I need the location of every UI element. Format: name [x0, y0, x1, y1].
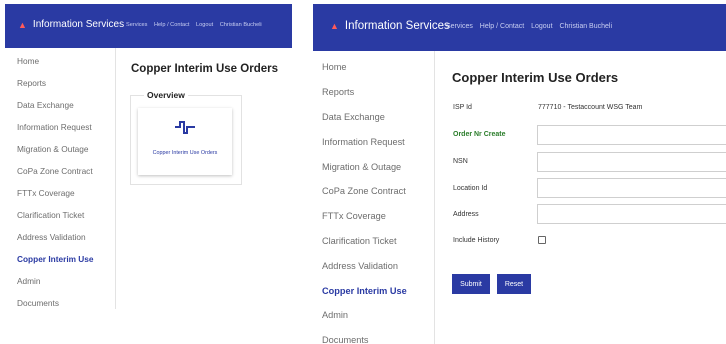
sidebar-item-home[interactable]: Home: [322, 62, 347, 72]
isp-id-label: ISP Id: [453, 104, 472, 111]
include-history-checkbox[interactable]: [538, 236, 546, 244]
sidebar-item-reports[interactable]: Reports: [322, 87, 354, 97]
page-title: Copper Interim Use Orders: [452, 70, 619, 85]
signal-pulse-icon: [175, 121, 195, 134]
brand[interactable]: ▲ Information Services: [18, 19, 124, 30]
sidebar-item-documents[interactable]: Documents: [322, 335, 368, 344]
include-history-label: Include History: [453, 237, 500, 244]
sidebar: Home Reports Data Exchange Information R…: [5, 48, 116, 309]
sidebar-item-clarification-ticket[interactable]: Clarification Ticket: [322, 236, 397, 246]
brand-title: Information Services: [32, 19, 125, 30]
brand-title: Information Services: [344, 20, 450, 32]
page-title: Copper Interim Use Orders: [131, 63, 278, 75]
sidebar-item-admin[interactable]: Admin: [322, 310, 348, 320]
sidebar-item-reports[interactable]: Reports: [17, 78, 46, 88]
address-label: Address: [453, 211, 479, 218]
sidebar-item-address-validation[interactable]: Address Validation: [17, 232, 86, 242]
logo-icon: ▲: [330, 21, 339, 31]
sidebar-item-clarification-ticket[interactable]: Clarification Ticket: [17, 210, 84, 220]
sidebar-item-copper-interim-use[interactable]: Copper Interim Use: [322, 286, 407, 296]
nsn-input[interactable]: [537, 152, 726, 172]
sidebar-item-home[interactable]: Home: [17, 56, 39, 66]
sidebar-item-migration-outage[interactable]: Migration & Outage: [322, 162, 401, 172]
sidebar-item-information-request[interactable]: Information Request: [322, 137, 405, 147]
header-links: Services Help / Contact Logout Christian…: [446, 23, 617, 30]
order-nr-create-input[interactable]: [537, 125, 726, 145]
copper-interim-use-orders-card[interactable]: Copper Interim Use Orders: [138, 108, 232, 175]
logo-icon: ▲: [18, 19, 27, 30]
sidebar-item-copa-zone-contract[interactable]: CoPa Zone Contract: [322, 186, 406, 196]
sidebar-item-admin[interactable]: Admin: [17, 276, 41, 286]
isp-id-value: 777710 - Testaccount WSG Team: [538, 104, 643, 111]
top-bar: ▲ Information Services Services Help / C…: [5, 4, 292, 48]
nsn-label: NSN: [453, 158, 468, 165]
sidebar-item-fttx-coverage[interactable]: FTTx Coverage: [17, 188, 75, 198]
overview-window: ▲ Information Services Services Help / C…: [5, 4, 292, 309]
user-name-link[interactable]: Christian Bucheli: [559, 23, 612, 30]
reset-button[interactable]: Reset: [497, 274, 531, 294]
help-contact-link[interactable]: Help / Contact: [480, 23, 524, 30]
logout-link[interactable]: Logout: [531, 23, 552, 30]
sidebar-item-documents[interactable]: Documents: [17, 298, 59, 308]
card-label: Copper Interim Use Orders: [152, 150, 218, 156]
orders-window: ▲ Information Services Services Help / C…: [313, 4, 726, 344]
logout-link[interactable]: Logout: [196, 22, 213, 28]
sidebar-item-data-exchange[interactable]: Data Exchange: [17, 100, 74, 110]
sidebar-item-data-exchange[interactable]: Data Exchange: [322, 112, 385, 122]
help-contact-link[interactable]: Help / Contact: [154, 22, 189, 28]
user-name-link[interactable]: Christian Bucheli: [220, 22, 262, 28]
sidebar-item-fttx-coverage[interactable]: FTTx Coverage: [322, 211, 386, 221]
brand[interactable]: ▲ Information Services: [330, 20, 450, 32]
sidebar: Home Reports Data Exchange Information R…: [313, 51, 435, 344]
sidebar-item-copper-interim-use[interactable]: Copper Interim Use: [17, 254, 94, 264]
address-input[interactable]: [537, 204, 726, 224]
overview-section: Overview Copper Interim Use Orders: [130, 90, 242, 185]
top-bar: ▲ Information Services Services Help / C…: [313, 4, 726, 51]
sidebar-item-address-validation[interactable]: Address Validation: [322, 261, 398, 271]
location-id-input[interactable]: [537, 178, 726, 198]
header-links: Services Help / Contact Logout Christian…: [126, 22, 267, 28]
sidebar-item-copa-zone-contract[interactable]: CoPa Zone Contract: [17, 166, 93, 176]
submit-button[interactable]: Submit: [452, 274, 490, 294]
order-nr-create-label: Order Nr Create: [453, 131, 506, 138]
services-link[interactable]: Services: [126, 22, 147, 28]
overview-heading: Overview: [144, 90, 188, 100]
sidebar-item-information-request[interactable]: Information Request: [17, 122, 92, 132]
sidebar-item-migration-outage[interactable]: Migration & Outage: [17, 144, 88, 154]
services-link[interactable]: Services: [446, 23, 473, 30]
location-id-label: Location Id: [453, 185, 488, 192]
